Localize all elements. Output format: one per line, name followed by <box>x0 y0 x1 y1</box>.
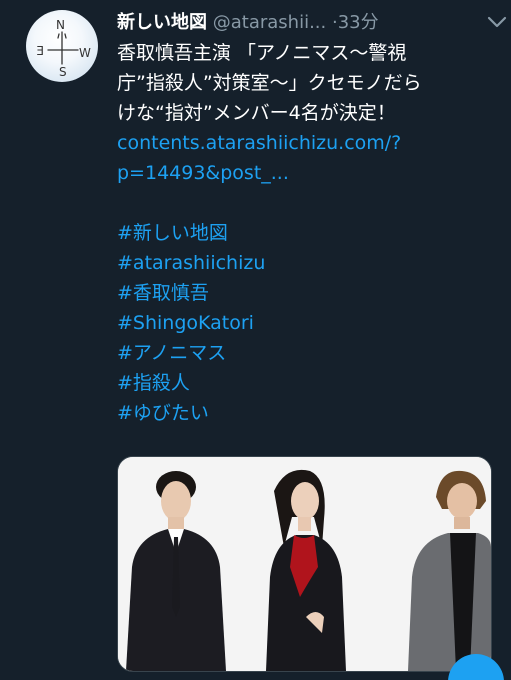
avatar-letter-e: E <box>36 44 44 58</box>
tweet-body: 香取慎吾主演 「アノニマス〜警視 庁”指殺人”対策室〜」クセモノだら けな“指対… <box>117 38 502 428</box>
hashtag-atarashii-chizu-jp[interactable]: #新しい地図 <box>117 218 502 248</box>
tweet-text-line: けな“指対”メンバー4名が決定！ <box>117 102 396 124</box>
hashtag-katori-shingo-jp[interactable]: #香取慎吾 <box>117 278 502 308</box>
compass-logo: N E W S <box>36 18 91 79</box>
timestamp[interactable]: 33分 <box>338 12 379 33</box>
hashtag-yubitai[interactable]: #ゆびたい <box>117 398 502 428</box>
hashtag-atarashiichizu[interactable]: #atarashiichizu <box>117 248 502 278</box>
cast-photo <box>118 457 491 671</box>
tweet-text-line: 庁”指殺人”対策室〜」クセモノだら <box>117 72 422 94</box>
hashtag-anonymous[interactable]: #アノニマス <box>117 338 502 368</box>
avatar-letter-n: N <box>56 18 65 32</box>
avatar-letter-w: W <box>79 46 91 60</box>
display-name[interactable]: 新しい地図 <box>117 12 207 33</box>
tweet-link[interactable]: contents.atarashiichizu.com/? <box>117 128 502 158</box>
hashtag-yubisatsujin[interactable]: #指殺人 <box>117 368 502 398</box>
chevron-down-icon[interactable] <box>485 10 509 34</box>
tweet-text-line: 香取慎吾主演 「アノニマス〜警視 <box>117 42 407 64</box>
tweet[interactable]: N E W S 新しい地図 @atarashii... ·33分 香取慎吾主演 … <box>0 0 511 680</box>
media-image[interactable] <box>117 456 492 672</box>
tweet-link[interactable]: p=14493&post_... <box>117 158 502 188</box>
tweet-header: 新しい地図 @atarashii... ·33分 <box>117 8 502 38</box>
avatar-letter-s: S <box>59 65 67 79</box>
handle[interactable]: @atarashii... <box>213 12 327 33</box>
avatar[interactable]: N E W S <box>26 10 98 82</box>
hashtag-shingokatori[interactable]: #ShingoKatori <box>117 308 502 338</box>
